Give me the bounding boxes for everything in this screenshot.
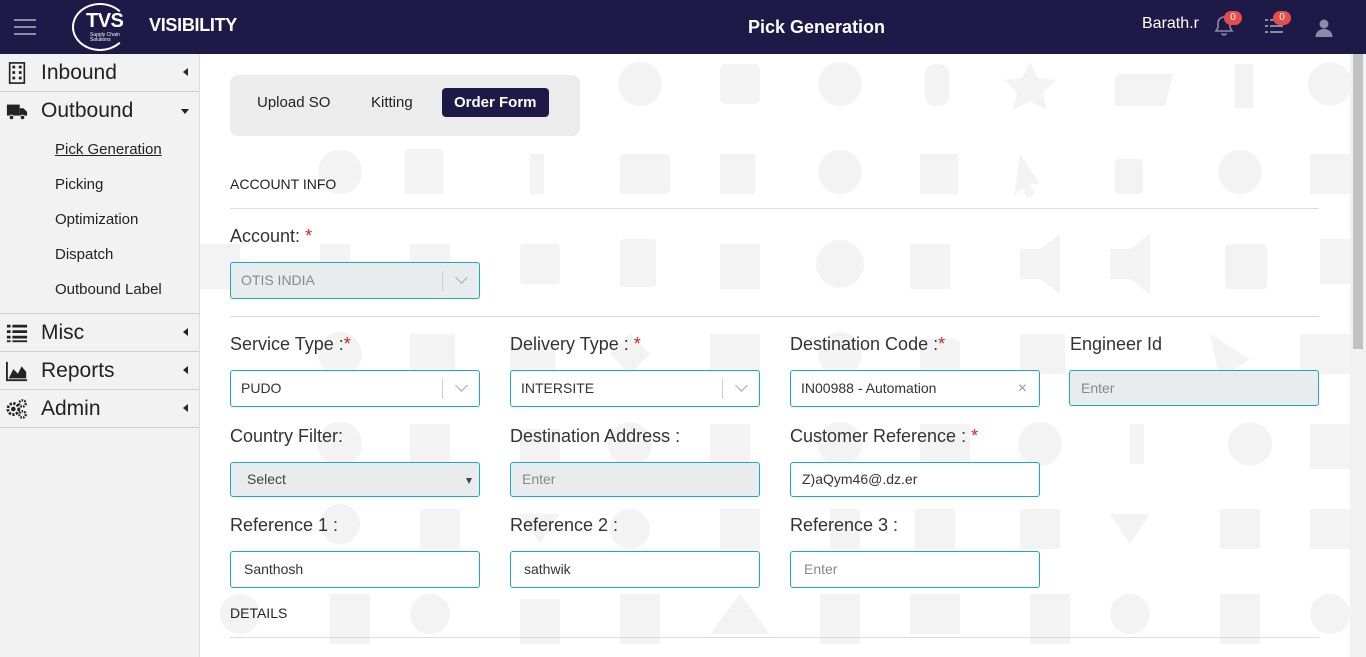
section-title-details: DETAILS	[230, 605, 288, 621]
notifications-badge: 0	[1224, 11, 1242, 25]
delivery-type-value: INTERSITE	[521, 380, 595, 396]
destination-address-label: Destination Address :	[510, 426, 681, 446]
engineer-id-label: Engineer Id	[1070, 334, 1163, 354]
top-bar: TVS Supply Chain Solutions VISIBILITY Pi…	[0, 0, 1366, 54]
delivery-type-label-text: Delivery Type :	[510, 334, 634, 354]
country-filter-select[interactable]: Select	[230, 462, 480, 497]
reference-1-field[interactable]: Santhosh	[230, 551, 480, 588]
delivery-type-label: Delivery Type : *	[510, 334, 641, 355]
account-value: OTIS INDIA	[241, 272, 315, 288]
divider	[230, 637, 1319, 638]
destination-code-select[interactable]: IN00988 - Automation ×	[790, 370, 1040, 407]
logo-text: TVS	[86, 10, 124, 32]
destination-address-placeholder: Enter	[522, 471, 556, 487]
area-chart-icon	[6, 361, 28, 382]
country-filter-label: Country Filter:	[230, 426, 344, 446]
sidebar-item-label: Admin	[41, 397, 101, 420]
divider	[230, 208, 1319, 209]
section-title-account-info: ACCOUNT INFO	[230, 176, 337, 192]
reference-1-value: Santhosh	[244, 561, 304, 577]
chevron-down-icon	[181, 109, 189, 114]
account-label-text: Account:	[230, 226, 301, 246]
sidebar-item-label: Inbound	[41, 61, 117, 84]
sidebar-subitem-dispatch[interactable]: Dispatch	[0, 237, 199, 272]
account-label: Account: *	[230, 226, 312, 247]
engineer-id-placeholder: Enter	[1081, 380, 1115, 396]
sidebar-item-inbound[interactable]: Inbound	[0, 54, 199, 92]
required-marker: *	[343, 334, 351, 354]
sidebar-subitem-outbound-label[interactable]: Outbound Label	[0, 272, 199, 307]
reference-1-label: Reference 1 :	[230, 515, 339, 535]
engineer-id-field[interactable]: Enter	[1069, 370, 1319, 406]
sidebar-item-admin[interactable]: Admin	[0, 390, 199, 428]
clear-icon[interactable]: ×	[1018, 371, 1027, 406]
sidebar-item-outbound[interactable]: Outbound	[0, 92, 199, 130]
sidebar-subitem-optimization[interactable]: Optimization	[0, 202, 199, 237]
sidebar-item-label: Misc	[41, 321, 85, 344]
account-select[interactable]: OTIS INDIA	[230, 262, 480, 299]
outbound-submenu: Pick Generation Picking Optimization Dis…	[0, 130, 199, 314]
chevron-left-icon	[183, 68, 188, 76]
reference-2-field[interactable]: sathwik	[510, 551, 760, 588]
service-type-select[interactable]: PUDO	[230, 370, 480, 407]
destination-code-label: Destination Code :*	[790, 334, 945, 355]
truck-icon	[6, 104, 28, 121]
vertical-scrollbar[interactable]	[1350, 54, 1366, 657]
sidebar-item-misc[interactable]: Misc	[0, 314, 199, 352]
chevron-down-icon	[735, 379, 748, 392]
page-title: Pick Generation	[748, 17, 886, 37]
required-marker: *	[633, 334, 641, 354]
required-marker: *	[938, 334, 946, 354]
sidebar: Inbound Outbound Pick Generation Picking…	[0, 54, 200, 657]
sidebar-item-reports[interactable]: Reports	[0, 352, 199, 390]
reference-3-label: Reference 3 :	[790, 515, 899, 535]
destination-code-label-text: Destination Code :	[790, 334, 939, 354]
divider	[230, 316, 1319, 317]
sidebar-item-label: Outbound	[41, 99, 134, 122]
required-marker: *	[305, 226, 313, 246]
reference-3-field[interactable]: Enter	[790, 551, 1040, 588]
list-icon	[6, 324, 28, 343]
tvs-logo: TVS Supply Chain Solutions	[72, 3, 128, 51]
customer-reference-field[interactable]: Z)aQym46@.dz.er	[790, 462, 1040, 497]
scrollbar-thumb[interactable]	[1353, 54, 1363, 349]
customer-reference-label-text: Customer Reference :	[790, 426, 972, 446]
chevron-left-icon	[183, 366, 188, 374]
tab-order-form[interactable]: Order Form	[442, 88, 549, 117]
service-type-label-text: Service Type :	[230, 334, 344, 354]
chevron-down-icon	[455, 379, 468, 392]
destination-address-field[interactable]: Enter	[510, 462, 760, 497]
username[interactable]: Barath.r	[1142, 15, 1199, 33]
hamburger-menu-icon[interactable]	[14, 19, 36, 35]
destination-code-value: IN00988 - Automation	[801, 380, 937, 396]
country-filter-value: Select	[247, 471, 286, 487]
reference-2-value: sathwik	[524, 561, 571, 577]
customer-reference-label: Customer Reference : *	[790, 426, 978, 447]
tasks-badge: 0	[1273, 11, 1291, 25]
building-icon	[8, 62, 26, 84]
delivery-type-select[interactable]: INTERSITE	[510, 370, 760, 407]
service-type-label: Service Type :*	[230, 334, 351, 355]
required-marker: *	[971, 426, 979, 446]
sidebar-subitem-pick-generation[interactable]: Pick Generation	[0, 132, 199, 167]
sidebar-item-label: Reports	[41, 359, 115, 382]
logo-subtext: Supply Chain Solutions	[90, 32, 120, 43]
gears-icon	[6, 399, 27, 419]
chevron-left-icon	[183, 328, 188, 336]
main-content: Upload SO Kitting Order Form ACCOUNT INF…	[200, 54, 1350, 657]
tab-upload-so[interactable]: Upload SO	[245, 88, 342, 117]
app-name: VISIBILITY	[149, 15, 238, 35]
form-tabs: Upload SO Kitting Order Form	[230, 75, 580, 136]
user-avatar-icon[interactable]	[1312, 16, 1336, 40]
service-type-value: PUDO	[241, 380, 282, 396]
tab-kitting[interactable]: Kitting	[359, 88, 425, 117]
chevron-down-icon	[455, 271, 468, 284]
chevron-left-icon	[183, 404, 188, 412]
reference-3-placeholder: Enter	[804, 561, 838, 577]
reference-2-label: Reference 2 :	[510, 515, 619, 535]
sidebar-subitem-picking[interactable]: Picking	[0, 167, 199, 202]
customer-reference-value: Z)aQym46@.dz.er	[802, 471, 918, 487]
caret-down-icon	[466, 478, 472, 484]
